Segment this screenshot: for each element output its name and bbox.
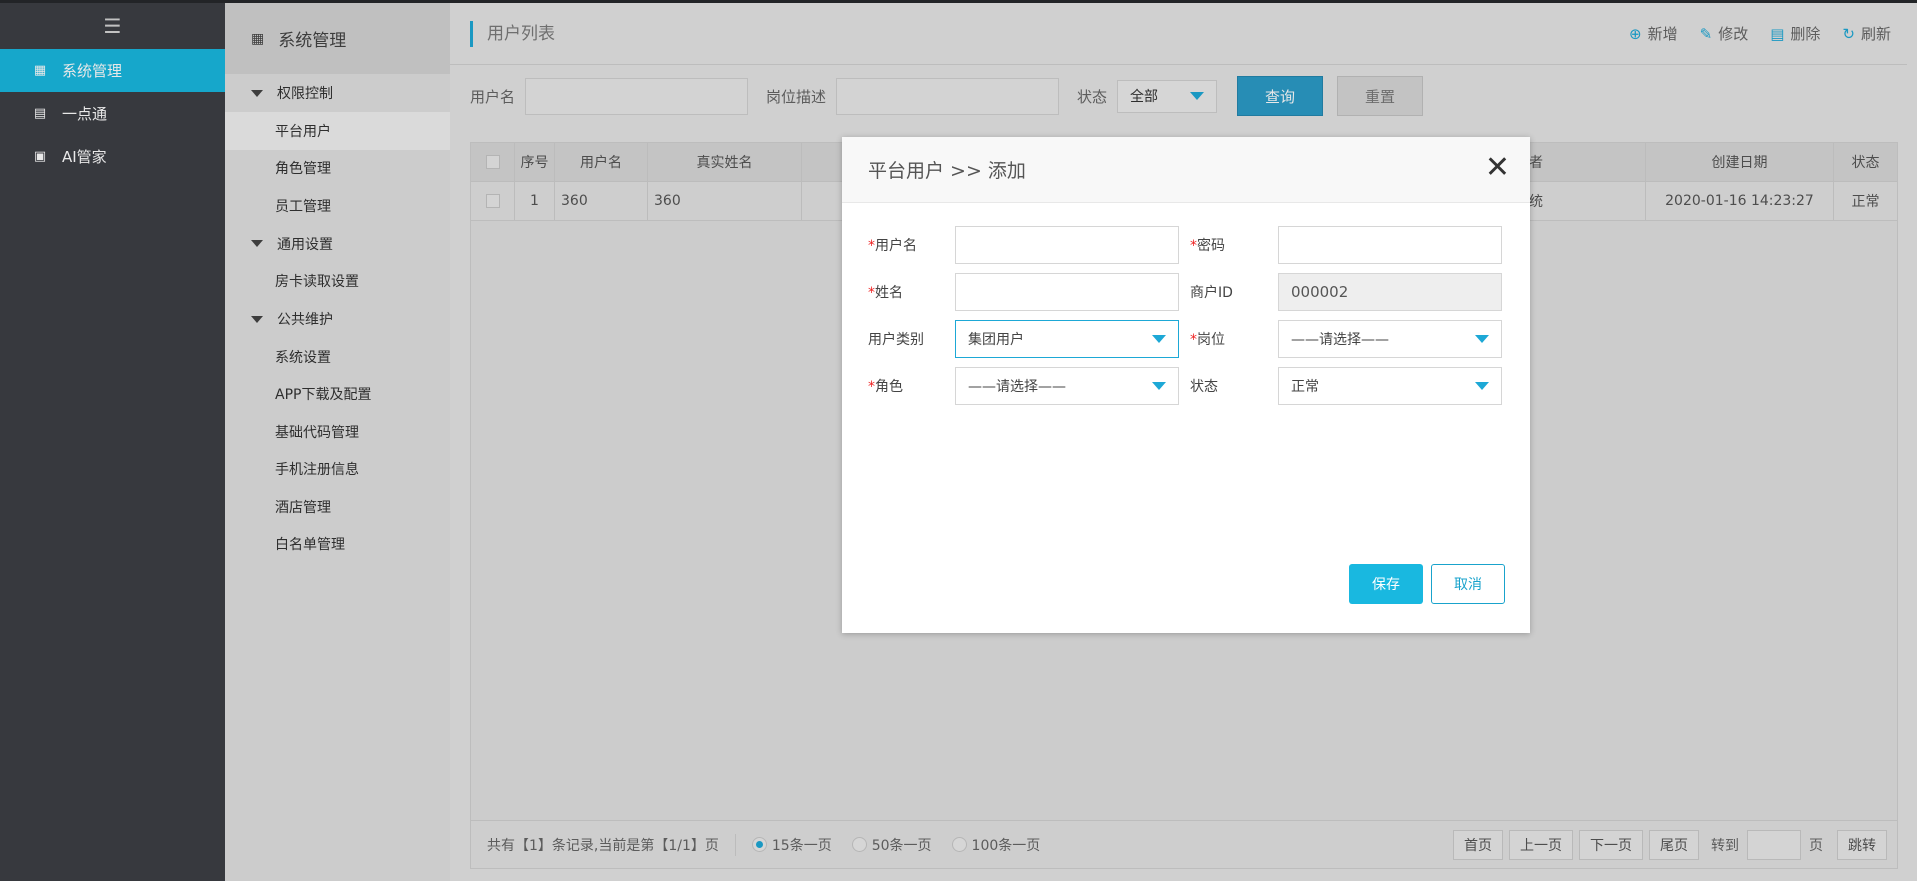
password-row: *密码 bbox=[1190, 226, 1502, 264]
save-button[interactable]: 保存 bbox=[1349, 564, 1423, 604]
name-label: *姓名 bbox=[868, 285, 903, 301]
username-row: *用户名 bbox=[868, 226, 1179, 264]
name-label-text: 姓名 bbox=[875, 285, 903, 301]
cancel-button[interactable]: 取消 bbox=[1431, 564, 1505, 604]
merchant-row: 商户ID 000002 bbox=[1190, 273, 1502, 311]
close-icon[interactable]: ✕ bbox=[1485, 153, 1510, 183]
status-label: 状态 bbox=[1190, 379, 1218, 395]
name-field[interactable] bbox=[955, 273, 1179, 311]
post-label-text: 岗位 bbox=[1197, 332, 1225, 348]
chevron-down-icon bbox=[1475, 335, 1489, 343]
post-value: ——请选择—— bbox=[1291, 332, 1389, 348]
usertype-label: 用户类别 bbox=[868, 332, 924, 348]
status-row: 状态 正常 bbox=[1190, 367, 1502, 405]
password-label: *密码 bbox=[1190, 238, 1225, 254]
status-select[interactable]: 正常 bbox=[1278, 367, 1502, 405]
role-label-text: 角色 bbox=[875, 379, 903, 395]
password-field[interactable] bbox=[1278, 226, 1502, 264]
dialog-title: 平台用户 >> 添加 bbox=[842, 137, 1530, 203]
chevron-down-icon bbox=[1475, 382, 1489, 390]
name-row: *姓名 bbox=[868, 273, 1179, 311]
role-value: ——请选择—— bbox=[968, 379, 1066, 395]
usertype-value: 集团用户 bbox=[968, 332, 1024, 348]
username-label: *用户名 bbox=[868, 238, 917, 254]
post-select[interactable]: ——请选择—— bbox=[1278, 320, 1502, 358]
usertype-select[interactable]: 集团用户 bbox=[955, 320, 1179, 358]
chevron-down-icon bbox=[1152, 382, 1166, 390]
post-label: *岗位 bbox=[1190, 332, 1225, 348]
role-label: *角色 bbox=[868, 379, 903, 395]
usertype-row: 用户类别 集团用户 bbox=[868, 320, 1179, 358]
post-row: *岗位 ——请选择—— bbox=[1190, 320, 1502, 358]
merchant-id-field: 000002 bbox=[1278, 273, 1502, 311]
role-select[interactable]: ——请选择—— bbox=[955, 367, 1179, 405]
merchant-label: 商户ID bbox=[1190, 285, 1233, 301]
chevron-down-icon bbox=[1152, 335, 1166, 343]
add-user-dialog: 平台用户 >> 添加 ✕ *用户名 *密码 *姓名 商户ID 000002 用户… bbox=[842, 137, 1530, 633]
status-value: 正常 bbox=[1291, 379, 1319, 395]
username-label-text: 用户名 bbox=[875, 238, 917, 254]
username-field[interactable] bbox=[955, 226, 1179, 264]
role-row: *角色 ——请选择—— bbox=[868, 367, 1179, 405]
password-label-text: 密码 bbox=[1197, 238, 1225, 254]
